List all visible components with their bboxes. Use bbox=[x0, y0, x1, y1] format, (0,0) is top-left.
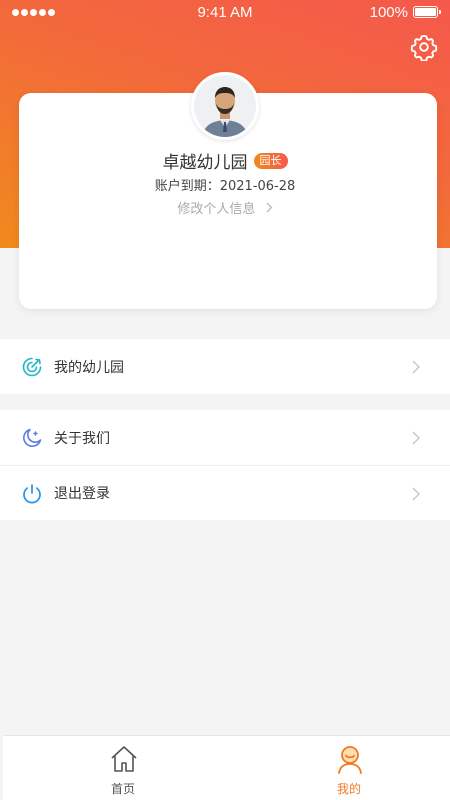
account-expiry: 账户到期：2021-06-28 bbox=[154, 179, 296, 194]
user-icon bbox=[338, 746, 362, 774]
avatar[interactable] bbox=[191, 72, 259, 140]
chevron-right-icon bbox=[412, 431, 420, 445]
menu-item-logout[interactable]: 退出登录 bbox=[0, 465, 450, 520]
menu-item-my-kindergarten[interactable]: 我的幼儿园 bbox=[0, 339, 450, 394]
menu-label-about-us: 关于我们 bbox=[54, 430, 110, 447]
menu-group-settings: 关于我们 退出登录 bbox=[0, 410, 450, 520]
edit-profile-link[interactable]: 修改个人信息 bbox=[0, 198, 450, 217]
menu-label-logout: 退出登录 bbox=[54, 486, 110, 502]
menu-label-my-kindergarten: 我的幼儿园 bbox=[54, 359, 124, 376]
chevron-right-icon bbox=[412, 360, 420, 374]
battery-percent: 100% bbox=[369, 4, 408, 21]
moon-icon bbox=[23, 428, 42, 447]
edit-profile-label: 修改个人信息 bbox=[177, 202, 256, 217]
target-icon bbox=[22, 357, 42, 377]
chevron-right-icon bbox=[266, 202, 272, 213]
power-icon bbox=[23, 484, 41, 504]
tab-home[interactable]: 首页 bbox=[3, 736, 226, 800]
tab-mine[interactable]: 我的 bbox=[227, 736, 450, 800]
chevron-right-icon bbox=[412, 487, 420, 501]
tab-home-label: 首页 bbox=[111, 782, 136, 796]
profile-name-row: 卓越幼儿园 园长 bbox=[0, 148, 450, 173]
kindergarten-name: 卓越幼儿园 bbox=[162, 153, 248, 173]
tab-bar: 首页 我的 bbox=[3, 735, 450, 800]
role-badge: 园长 bbox=[253, 152, 288, 169]
settings-button[interactable] bbox=[410, 33, 438, 62]
battery-icon bbox=[413, 6, 441, 18]
menu-item-about-us[interactable]: 关于我们 bbox=[0, 410, 450, 465]
tab-mine-label: 我的 bbox=[337, 782, 362, 796]
status-bar: 9:41 AM 100% bbox=[0, 0, 450, 26]
user-photo-icon bbox=[194, 75, 256, 137]
home-icon bbox=[111, 746, 137, 772]
gear-icon bbox=[410, 34, 438, 62]
menu-group-kindergarten: 我的幼儿园 bbox=[0, 339, 450, 394]
